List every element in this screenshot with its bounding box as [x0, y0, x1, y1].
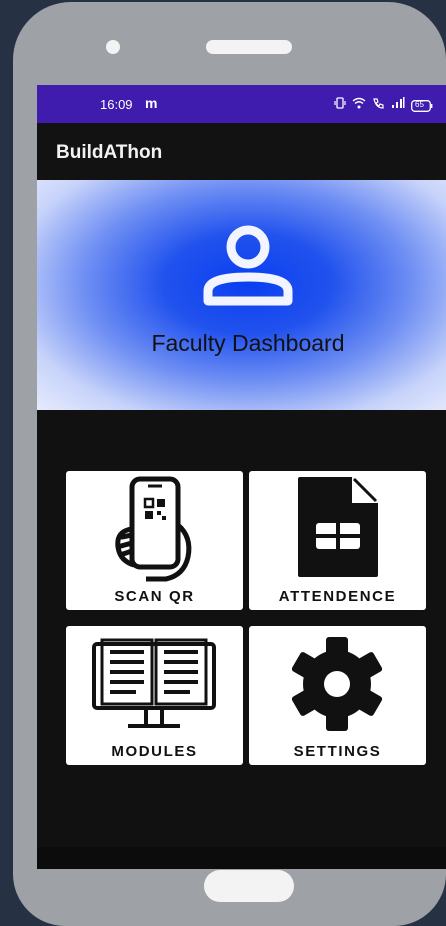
status-time: 16:09: [100, 97, 133, 112]
front-camera: [106, 40, 120, 54]
scan-qr-label: SCAN QR: [114, 588, 195, 605]
navigation-bar: [37, 847, 446, 869]
screen: 16:09 m 65 BuildAThon Faculty Dashboard …: [37, 85, 446, 869]
signal-icon: [391, 96, 405, 114]
phone-frame: 16:09 m 65 BuildAThon Faculty Dashboard …: [13, 2, 446, 926]
app-bar: BuildAThon: [37, 123, 446, 180]
home-button[interactable]: [204, 870, 294, 902]
earpiece-speaker: [206, 40, 292, 54]
modules-tile[interactable]: MODULES: [66, 626, 243, 765]
scan-qr-tile[interactable]: SCAN QR: [66, 471, 243, 610]
attendence-label: ATTENDENCE: [278, 588, 397, 605]
attendence-tile[interactable]: ATTENDENCE: [249, 471, 426, 610]
qr-scan-phone-icon: [115, 476, 192, 582]
hero-title: Faculty Dashboard: [151, 330, 345, 356]
vibrate-icon: [334, 96, 346, 114]
spreadsheet-icon: [298, 477, 378, 577]
settings-label: SETTINGS: [293, 743, 382, 760]
dashboard-header: Faculty Dashboard: [37, 180, 446, 410]
gear-icon: [291, 637, 383, 731]
modules-label: MODULES: [111, 743, 198, 760]
wifi-icon: [352, 96, 366, 114]
person-icon: [203, 225, 293, 306]
notification-icon: m: [145, 95, 158, 111]
battery-level: 65: [415, 100, 424, 109]
call-signal-icon: [372, 96, 385, 114]
status-bar: 16:09 m 65: [37, 85, 446, 123]
app-title: BuildAThon: [56, 142, 163, 163]
status-icons: 65: [334, 96, 433, 114]
settings-tile[interactable]: SETTINGS: [249, 626, 426, 765]
open-book-icon: [92, 638, 216, 728]
battery-icon: 65: [411, 99, 433, 112]
